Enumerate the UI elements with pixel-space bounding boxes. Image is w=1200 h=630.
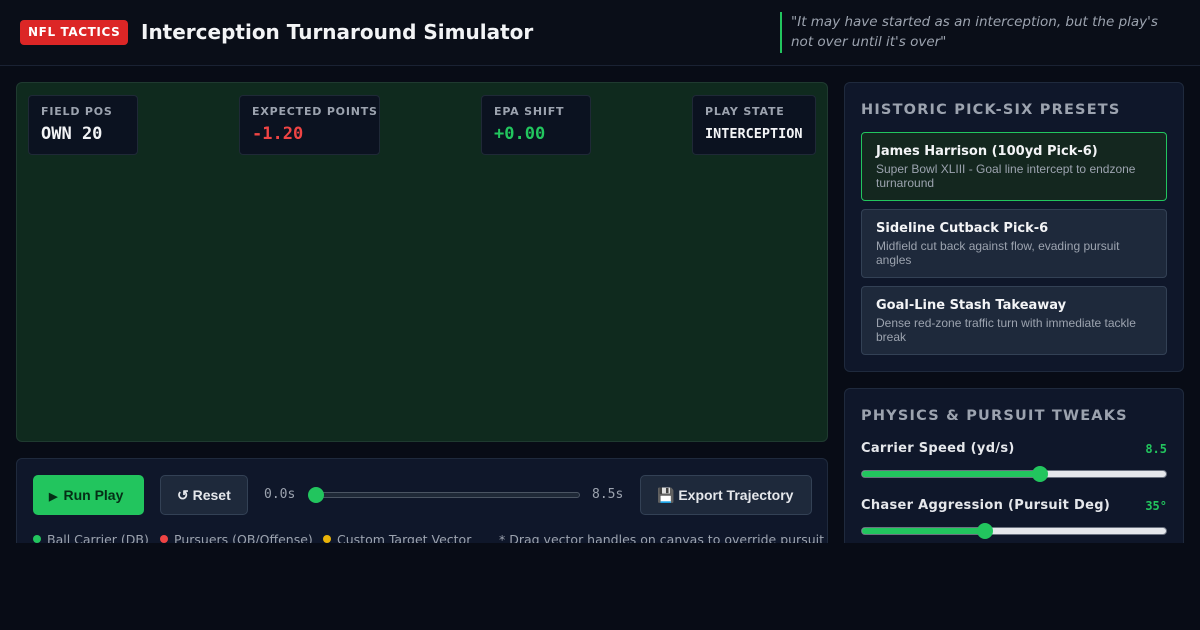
- preset-item[interactable]: Goal-Line Stash Takeaway Dense red-zone …: [861, 286, 1167, 355]
- chaser-aggression-value: 35°: [1145, 499, 1167, 513]
- chaser-aggression-label: Chaser Aggression (Pursuit Deg): [861, 498, 1111, 513]
- physics-title: PHYSICS & PURSUIT TWEAKS: [861, 408, 1128, 424]
- chaser-aggression-slider[interactable]: [861, 527, 1167, 535]
- stat-label: FIELD POS: [41, 105, 113, 118]
- run-play-button[interactable]: ▶ Run Play: [33, 475, 144, 515]
- header-quote: "It may have started as an interception,…: [780, 12, 1180, 53]
- field-canvas[interactable]: FIELD POS OWN 20 EXPECTED POINTS -1.20 E…: [16, 82, 828, 442]
- stat-label: EPA SHIFT: [494, 105, 565, 118]
- preset-name: James Harrison (100yd Pick-6): [876, 144, 1098, 159]
- carrier-speed-thumb[interactable]: [1032, 466, 1049, 482]
- play-icon: ▶: [49, 491, 58, 503]
- preset-item[interactable]: James Harrison (100yd Pick-6) Super Bowl…: [861, 132, 1167, 201]
- app-title: Interception Turnaround Simulator: [141, 20, 534, 44]
- timeline-slider[interactable]: [310, 492, 580, 498]
- stat-play-state: PLAY STATE INTERCEPTION: [692, 95, 816, 155]
- preset-name: Goal-Line Stash Takeaway: [876, 298, 1067, 313]
- yellow-dot-icon: [323, 535, 331, 543]
- preset-item[interactable]: Sideline Cutback Pick-6 Midfield cut bac…: [861, 209, 1167, 278]
- carrier-speed-label: Carrier Speed (yd/s): [861, 441, 1015, 456]
- preset-desc: Midfield cut back against flow, evading …: [876, 239, 1120, 267]
- red-dot-icon: [160, 535, 168, 543]
- stat-value: OWN 20: [41, 124, 103, 144]
- carrier-speed-value: 8.5: [1145, 442, 1167, 456]
- timeline-thumb[interactable]: [308, 487, 324, 503]
- stat-expected-points: EXPECTED POINTS -1.20: [239, 95, 380, 155]
- time-start: 0.0s: [264, 487, 296, 502]
- stat-epa-shift: EPA SHIFT +0.00: [481, 95, 591, 155]
- stat-label: PLAY STATE: [705, 105, 785, 118]
- preset-name: Sideline Cutback Pick-6: [876, 221, 1049, 236]
- presets-title: HISTORIC PICK-SIX PRESETS: [861, 102, 1121, 118]
- brand-badge: NFL TACTICS: [20, 20, 129, 45]
- carrier-speed-slider[interactable]: [861, 470, 1167, 478]
- viewport-background: [0, 543, 1200, 630]
- export-trajectory-button[interactable]: 💾 Export Trajectory: [640, 475, 812, 515]
- app-header: NFL TACTICS Interception Turnaround Simu…: [0, 0, 1200, 66]
- presets-panel: HISTORIC PICK-SIX PRESETS James Harrison…: [844, 82, 1184, 372]
- stat-value: -1.20: [252, 124, 304, 144]
- stat-value: INTERCEPTION: [705, 126, 803, 142]
- time-end: 8.5s: [592, 487, 624, 502]
- stat-value: +0.00: [494, 124, 546, 144]
- preset-desc: Super Bowl XLIII - Goal line intercept t…: [876, 162, 1136, 190]
- run-play-label: Run Play: [63, 487, 124, 503]
- stat-label: EXPECTED POINTS: [252, 105, 378, 118]
- slider-fill: [862, 471, 1042, 477]
- reset-button[interactable]: ↺ Reset: [160, 475, 248, 515]
- slider-fill: [862, 528, 984, 534]
- green-dot-icon: [33, 535, 41, 543]
- preset-desc: Dense red-zone traffic turn with immedia…: [876, 316, 1136, 344]
- chaser-aggression-thumb[interactable]: [977, 523, 993, 539]
- stat-field-pos: FIELD POS OWN 20: [28, 95, 138, 155]
